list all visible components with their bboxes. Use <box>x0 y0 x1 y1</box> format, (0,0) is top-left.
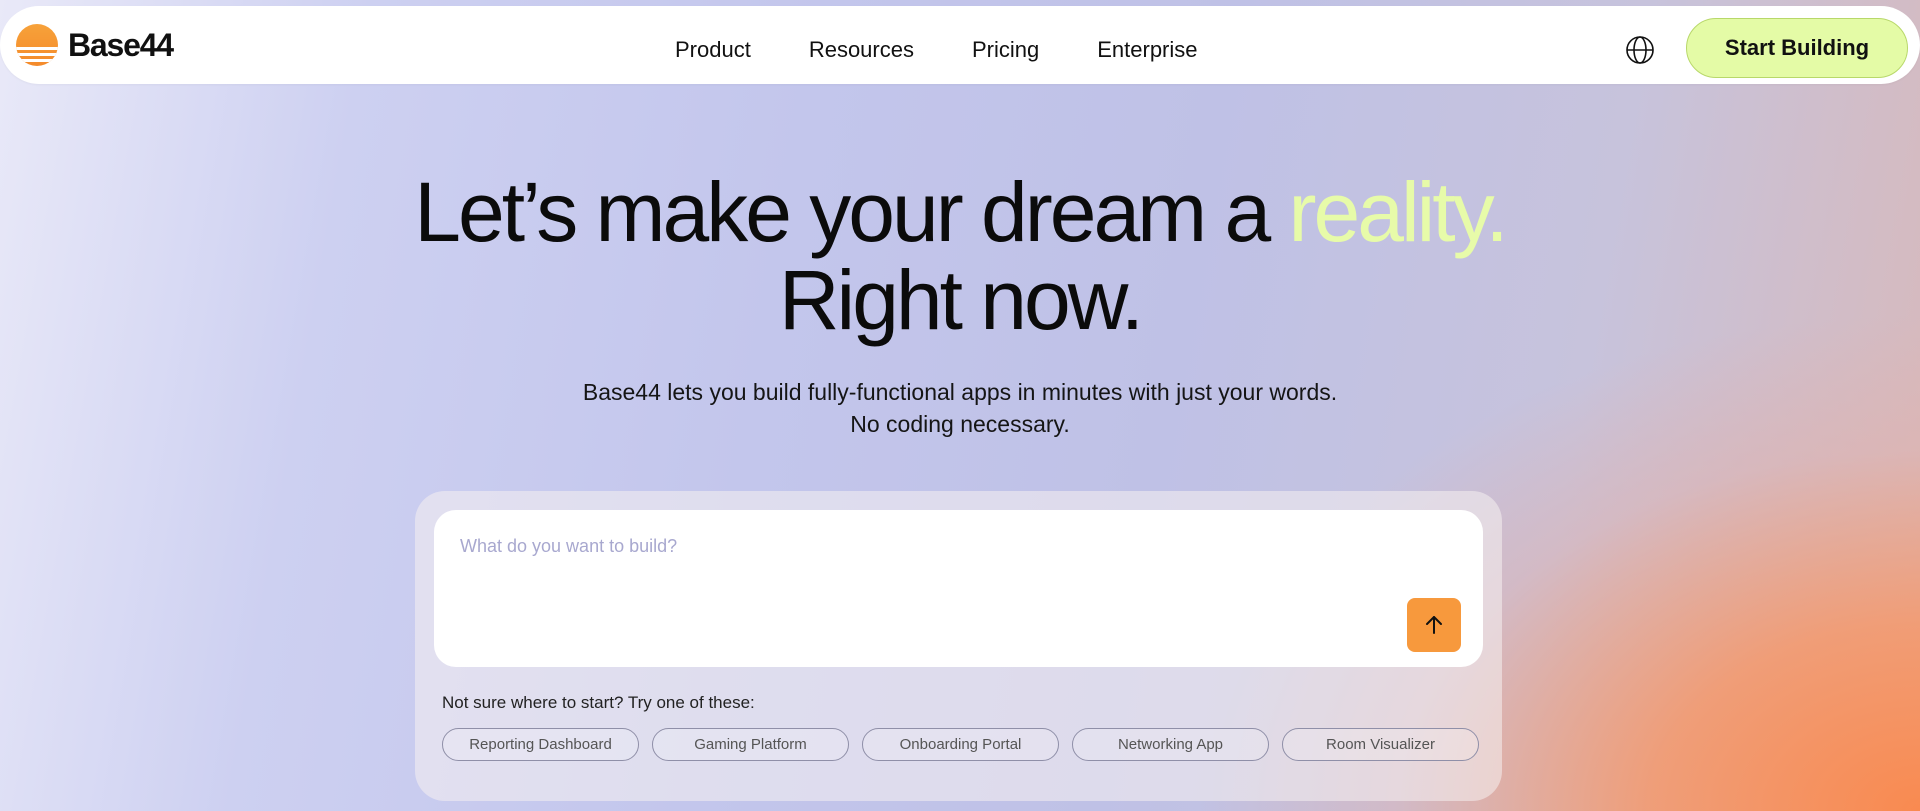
nav-resources[interactable]: Resources <box>809 36 914 64</box>
arrow-up-icon <box>1426 616 1442 634</box>
hero-subtext: Base44 lets you build fully-functional a… <box>0 376 1920 440</box>
prompt-card: Not sure where to start? Try one of thes… <box>415 491 1502 801</box>
headline-accent: reality. <box>1288 165 1509 259</box>
prompt-input[interactable] <box>460 536 1360 576</box>
hero-headline: Let’s make your dream a reality. Right n… <box>0 168 1920 344</box>
sun-logo-icon <box>16 24 58 66</box>
globe-icon[interactable] <box>1624 34 1656 66</box>
nav-pricing[interactable]: Pricing <box>972 36 1039 64</box>
subtext-line2: No coding necessary. <box>850 411 1070 437</box>
subtext-line1: Base44 lets you build fully-functional a… <box>582 379 1338 405</box>
prompt-input-box <box>434 510 1483 667</box>
suggestion-chip[interactable]: Networking App <box>1072 728 1269 761</box>
suggestion-chips: Reporting Dashboard Gaming Platform Onbo… <box>442 728 1479 761</box>
suggestion-chip[interactable]: Gaming Platform <box>652 728 849 761</box>
suggestion-chip[interactable]: Onboarding Portal <box>862 728 1059 761</box>
base44-logo[interactable]: Base44 <box>16 24 174 66</box>
nav-product[interactable]: Product <box>675 36 751 64</box>
headline-line2: Right now. <box>778 253 1144 347</box>
suggestion-hint: Not sure where to start? Try one of thes… <box>442 693 755 712</box>
logo-text: Base44 <box>68 26 174 63</box>
top-navigation-bar: Base44 Product Resources Pricing Enterpr… <box>0 6 1920 84</box>
suggestion-chip[interactable]: Reporting Dashboard <box>442 728 639 761</box>
main-nav: Product Resources Pricing Enterprise <box>675 36 1256 64</box>
headline-text: Let’s make your dream a <box>414 165 1289 259</box>
start-building-button[interactable]: Start Building <box>1686 18 1908 78</box>
hero-section: Let’s make your dream a reality. Right n… <box>0 168 1920 344</box>
nav-enterprise[interactable]: Enterprise <box>1097 36 1197 64</box>
suggestion-chip[interactable]: Room Visualizer <box>1282 728 1479 761</box>
send-button[interactable] <box>1407 598 1461 652</box>
